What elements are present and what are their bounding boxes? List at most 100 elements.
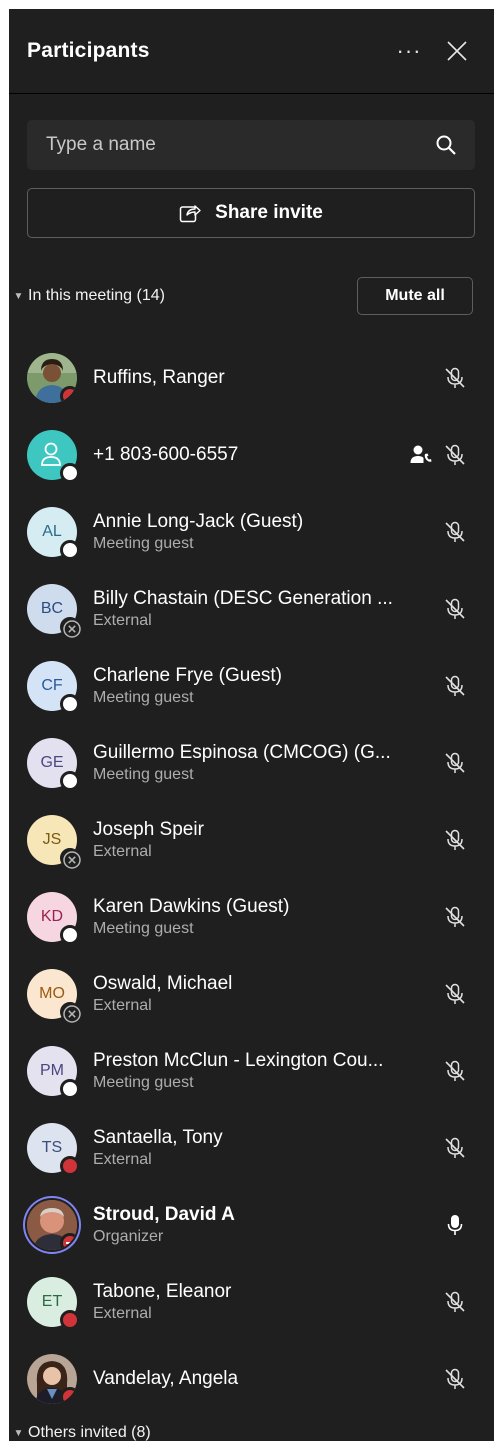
mic-off-icon[interactable] (442, 596, 468, 622)
presence-busy-icon (60, 1309, 80, 1330)
participant-name: Charlene Frye (Guest) (93, 664, 283, 686)
participant-row[interactable]: TS Santaella, Tony External (9, 1109, 494, 1186)
participant-row[interactable]: KD Karen Dawkins (Guest) Meeting guest (9, 878, 494, 955)
search-input[interactable] (46, 134, 433, 156)
avatar-initials: TS (41, 1138, 63, 1156)
participant-name: Oswald, Michael (93, 972, 233, 994)
avatar[interactable]: MO (27, 968, 81, 1023)
participant-row[interactable]: GE Guillermo Espinosa (CMCOG) (G... Meetin… (9, 724, 494, 801)
mic-on-icon[interactable] (442, 1212, 468, 1238)
others-invited-label: Others invited (8) (28, 1424, 151, 1441)
presence-busy-icon (60, 1155, 80, 1176)
in-meeting-section-header[interactable]: ▼ In this meeting (14) Mute all (9, 277, 494, 315)
mic-off-icon[interactable] (442, 673, 468, 699)
avatar[interactable]: AL (27, 506, 80, 560)
participant-info: Annie Long-Jack (Guest) Meeting guest (93, 493, 433, 570)
panel-header: Participants ··· (9, 9, 494, 94)
presence-away-icon (60, 462, 80, 483)
avatar[interactable]: CF (27, 660, 80, 714)
others-invited-section-header[interactable]: ▼ Others invited (8) (9, 1414, 494, 1441)
avatar-initials: PM (40, 1061, 64, 1079)
participant-role: Meeting guest (93, 534, 194, 552)
mute-all-button[interactable]: Mute all (357, 277, 473, 315)
avatar-initials: BC (40, 599, 64, 617)
participant-name: Preston McClun - Lexington Cou... (93, 1049, 384, 1071)
participant-info: Billy Chastain (DESC Generation ... Exter… (93, 570, 433, 647)
participant-row[interactable]: Vandelay, Angela (9, 1340, 494, 1417)
participant-row[interactable]: Stroud, David A Organizer (9, 1186, 494, 1263)
participant-info: Vandelay, Angela (93, 1340, 433, 1417)
participant-role: External (93, 611, 152, 629)
share-invite-button[interactable]: Share invite (27, 188, 475, 238)
avatar-photo[interactable] (27, 1353, 77, 1404)
avatar-initials: JS (42, 830, 62, 848)
mic-off-icon[interactable] (442, 442, 468, 468)
mic-off-icon[interactable] (442, 519, 468, 545)
phone-user-avatar[interactable] (27, 429, 80, 483)
presence-offline-icon (60, 847, 81, 869)
avatar[interactable]: PM (27, 1045, 80, 1099)
presence-away-icon (60, 539, 80, 560)
participant-name: Ruffins, Ranger (93, 366, 225, 388)
avatar-initials: MO (39, 984, 65, 1002)
avatar-photo[interactable] (27, 1199, 77, 1250)
participant-name: Billy Chastain (DESC Generation ... (93, 587, 393, 609)
search-icon[interactable] (433, 132, 459, 158)
presence-away-icon (60, 924, 80, 945)
presence-dnd-icon (60, 1232, 77, 1250)
mic-off-icon[interactable] (442, 904, 468, 930)
mic-off-icon[interactable] (442, 1366, 468, 1392)
avatar-initials: AL (42, 522, 62, 540)
participant-row[interactable]: CF Charlene Frye (Guest) Meeting guest (9, 647, 494, 724)
participant-row[interactable]: BC Billy Chastain (DESC Generation ... Ext… (9, 570, 494, 647)
mic-off-icon[interactable] (442, 365, 468, 391)
participant-row[interactable]: AL Annie Long-Jack (Guest) Meeting guest (9, 493, 494, 570)
presence-away-icon (60, 770, 80, 791)
avatar[interactable]: TS (27, 1122, 80, 1176)
caret-down-icon[interactable]: ▼ (9, 291, 28, 302)
participant-name: Santaella, Tony (93, 1126, 223, 1148)
presence-offline-icon (60, 616, 81, 638)
panel-title: Participants (27, 39, 150, 62)
avatar[interactable]: KD (27, 891, 80, 945)
participant-info: Santaella, Tony External (93, 1109, 433, 1186)
participant-name: Stroud, David A (93, 1203, 235, 1225)
presence-busy-icon (60, 385, 77, 403)
participant-row[interactable]: JS Joseph Speir External (9, 801, 494, 878)
participant-name: +1 803-600-6557 (93, 443, 239, 465)
participant-role: Organizer (93, 1227, 164, 1245)
participant-info: Charlene Frye (Guest) Meeting guest (93, 647, 433, 724)
avatar[interactable]: JS (27, 814, 81, 869)
avatar[interactable]: GE (27, 737, 80, 791)
share-invite-label: Share invite (215, 202, 323, 223)
participant-role: External (93, 1304, 152, 1322)
presence-busy-icon (60, 1386, 77, 1404)
participant-name: Karen Dawkins (Guest) (93, 895, 290, 917)
participant-row[interactable]: ET Tabone, Eleanor External (9, 1263, 494, 1340)
participant-info: Tabone, Eleanor External (93, 1263, 433, 1340)
mic-off-icon[interactable] (442, 827, 468, 853)
participant-row[interactable]: MO Oswald, Michael External (9, 955, 494, 1032)
mic-off-icon[interactable] (442, 981, 468, 1007)
participant-info: Joseph Speir External (93, 801, 433, 878)
avatar-initials: CF (41, 676, 63, 694)
participant-row[interactable]: PM Preston McClun - Lexington Cou... Meeti… (9, 1032, 494, 1109)
avatar-photo[interactable] (27, 352, 77, 403)
mic-off-icon[interactable] (442, 1289, 468, 1315)
participant-role: External (93, 996, 152, 1014)
participant-name: Annie Long-Jack (Guest) (93, 510, 304, 532)
mic-off-icon[interactable] (442, 750, 468, 776)
more-options-button[interactable]: ··· (394, 36, 424, 66)
mic-off-icon[interactable] (442, 1058, 468, 1084)
participant-role: External (93, 1150, 152, 1168)
participant-info: Stroud, David A Organizer (93, 1186, 433, 1263)
mic-off-icon[interactable] (442, 1135, 468, 1161)
participant-info: Preston McClun - Lexington Cou... Meeting… (93, 1032, 433, 1109)
caret-down-icon[interactable]: ▼ (9, 1428, 28, 1439)
participant-row[interactable]: Ruffins, Ranger (9, 339, 494, 416)
participant-row[interactable]: +1 803-600-6557 (9, 416, 494, 493)
avatar[interactable]: BC (27, 583, 81, 638)
participant-role: Meeting guest (93, 765, 194, 783)
avatar[interactable]: ET (27, 1276, 80, 1330)
close-icon[interactable] (442, 36, 472, 66)
